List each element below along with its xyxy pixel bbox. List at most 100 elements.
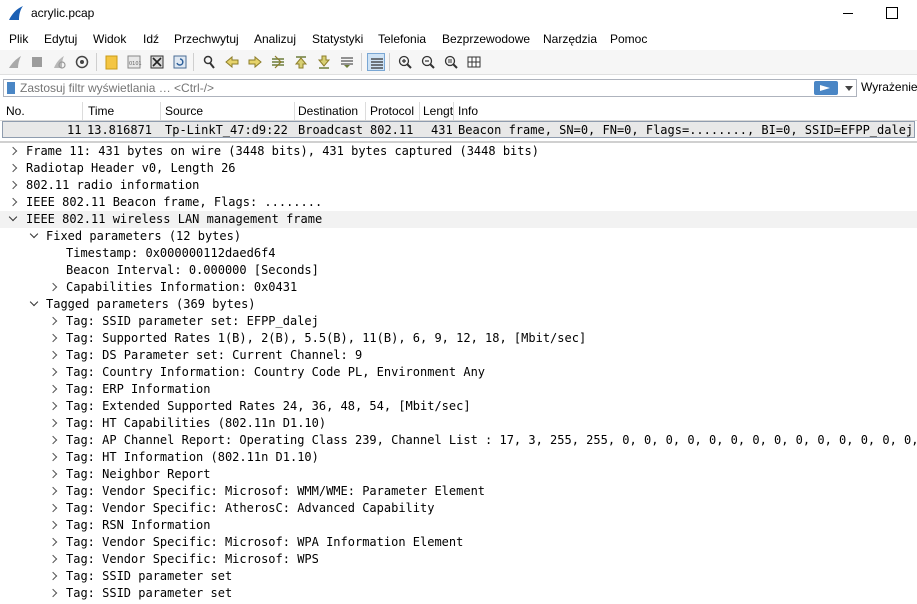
expand-arrow-icon[interactable] xyxy=(47,517,59,534)
save-file-icon[interactable]: 0101 xyxy=(125,53,143,71)
tree-item[interactable]: Beacon Interval: 0.000000 [Seconds] xyxy=(0,262,917,279)
column-header-source[interactable]: Source xyxy=(165,104,203,118)
find-packet-icon[interactable] xyxy=(200,53,218,71)
expand-arrow-icon[interactable] xyxy=(47,432,59,449)
zoom-in-icon[interactable] xyxy=(396,53,414,71)
expand-arrow-icon[interactable] xyxy=(47,500,59,517)
go-to-packet-icon[interactable] xyxy=(269,53,287,71)
column-divider[interactable] xyxy=(365,102,366,120)
tree-item[interactable]: Tag: Neighbor Report xyxy=(0,466,917,483)
expand-arrow-icon[interactable] xyxy=(47,398,59,415)
menu-edit[interactable]: Edytuj xyxy=(44,32,77,46)
expand-arrow-icon[interactable] xyxy=(47,534,59,551)
collapse-arrow-icon[interactable] xyxy=(7,211,19,228)
expand-arrow-icon[interactable] xyxy=(7,143,19,160)
tree-item[interactable]: IEEE 802.11 wireless LAN management fram… xyxy=(0,211,917,228)
column-divider[interactable] xyxy=(82,102,83,120)
column-header-destination[interactable]: Destination xyxy=(298,104,358,118)
tree-item[interactable]: Tag: SSID parameter set: EFPP_dalej xyxy=(0,313,917,330)
go-forward-arrow-icon[interactable] xyxy=(246,53,264,71)
tree-item[interactable]: Tag: Vendor Specific: Microsof: WPA Info… xyxy=(0,534,917,551)
filter-bookmark-icon[interactable] xyxy=(7,82,15,94)
restart-capture-icon[interactable] xyxy=(50,53,68,71)
tree-item[interactable]: Tag: Country Information: Country Code P… xyxy=(0,364,917,381)
menu-help[interactable]: Pomoc xyxy=(610,32,647,46)
menu-analyze[interactable]: Analizuj xyxy=(254,32,296,46)
tree-item[interactable]: Capabilities Information: 0x0431 xyxy=(0,279,917,296)
expand-arrow-icon[interactable] xyxy=(47,466,59,483)
reload-file-icon[interactable] xyxy=(171,53,189,71)
go-back-arrow-icon[interactable] xyxy=(223,53,241,71)
menu-tools[interactable]: Narzędzia xyxy=(543,32,597,46)
expand-arrow-icon[interactable] xyxy=(47,449,59,466)
apply-filter-arrow-icon[interactable] xyxy=(814,81,838,95)
tree-item[interactable]: Tag: ERP Information xyxy=(0,381,917,398)
tree-item[interactable]: Radiotap Header v0, Length 26 xyxy=(0,160,917,177)
tree-item[interactable]: Tag: Vendor Specific: Microsof: WPS xyxy=(0,551,917,568)
tree-item[interactable]: Fixed parameters (12 bytes) xyxy=(0,228,917,245)
tree-item[interactable]: Tagged parameters (369 bytes) xyxy=(0,296,917,313)
expand-arrow-icon[interactable] xyxy=(47,279,59,296)
expand-arrow-icon[interactable] xyxy=(7,177,19,194)
tree-item[interactable]: Tag: AP Channel Report: Operating Class … xyxy=(0,432,917,449)
column-header-length[interactable]: Lengt xyxy=(423,104,453,118)
menu-view[interactable]: Widok xyxy=(93,32,126,46)
expand-arrow-icon[interactable] xyxy=(47,568,59,585)
minimize-button[interactable] xyxy=(838,4,858,22)
column-header-info[interactable]: Info xyxy=(458,104,478,118)
maximize-button[interactable] xyxy=(882,4,902,22)
capture-options-gear-icon[interactable] xyxy=(73,53,91,71)
tree-item[interactable]: Tag: HT Information (802.11n D1.10) xyxy=(0,449,917,466)
expand-arrow-icon[interactable] xyxy=(47,313,59,330)
expression-button[interactable]: Wyrażenie. xyxy=(861,80,917,94)
menu-wireless[interactable]: Bezprzewodowe xyxy=(442,32,530,46)
menu-file[interactable]: Plik xyxy=(9,32,28,46)
filter-history-dropdown-icon[interactable] xyxy=(842,81,856,95)
expand-arrow-icon[interactable] xyxy=(47,551,59,568)
tree-item[interactable]: IEEE 802.11 Beacon frame, Flags: .......… xyxy=(0,194,917,211)
colorize-packet-list-icon[interactable] xyxy=(367,53,385,71)
tree-item[interactable]: Tag: Vendor Specific: AtherosC: Advanced… xyxy=(0,500,917,517)
resize-columns-icon[interactable] xyxy=(465,53,483,71)
display-filter-input[interactable] xyxy=(20,80,810,96)
expand-arrow-icon[interactable] xyxy=(47,483,59,500)
tree-item[interactable]: Tag: DS Parameter set: Current Channel: … xyxy=(0,347,917,364)
expand-arrow-icon[interactable] xyxy=(47,415,59,432)
expand-arrow-icon[interactable] xyxy=(47,381,59,398)
collapse-arrow-icon[interactable] xyxy=(28,296,40,313)
column-header-time[interactable]: Time xyxy=(88,104,114,118)
first-packet-icon[interactable] xyxy=(292,53,310,71)
column-divider[interactable] xyxy=(453,102,454,120)
last-packet-icon[interactable] xyxy=(315,53,333,71)
stop-capture-icon[interactable] xyxy=(28,53,46,71)
tree-item[interactable]: Tag: RSN Information xyxy=(0,517,917,534)
column-header-no[interactable]: No. xyxy=(6,104,25,118)
tree-item[interactable]: Tag: SSID parameter set xyxy=(0,585,917,602)
start-capture-fin-icon[interactable] xyxy=(6,53,24,71)
collapse-arrow-icon[interactable] xyxy=(28,228,40,245)
tree-item[interactable]: Tag: Supported Rates 1(B), 2(B), 5.5(B),… xyxy=(0,330,917,347)
close-file-icon[interactable] xyxy=(148,53,166,71)
autoscroll-icon[interactable] xyxy=(338,53,356,71)
expand-arrow-icon[interactable] xyxy=(47,364,59,381)
normal-size-icon[interactable] xyxy=(442,53,460,71)
tree-item[interactable]: 802.11 radio information xyxy=(0,177,917,194)
expand-arrow-icon[interactable] xyxy=(7,160,19,177)
column-divider[interactable] xyxy=(294,102,295,120)
zoom-out-icon[interactable] xyxy=(419,53,437,71)
open-file-icon[interactable] xyxy=(103,53,121,71)
tree-item[interactable]: Tag: Vendor Specific: Microsof: WMM/WME:… xyxy=(0,483,917,500)
tree-item[interactable]: Tag: SSID parameter set xyxy=(0,568,917,585)
menu-telephony[interactable]: Telefonia xyxy=(378,32,426,46)
expand-arrow-icon[interactable] xyxy=(47,347,59,364)
column-header-protocol[interactable]: Protocol xyxy=(370,104,414,118)
menu-capture[interactable]: Przechwytuj xyxy=(174,32,239,46)
menu-go[interactable]: Idź xyxy=(143,32,159,46)
tree-item[interactable]: Tag: HT Capabilities (802.11n D1.10) xyxy=(0,415,917,432)
expand-arrow-icon[interactable] xyxy=(47,330,59,347)
packet-row[interactable]: 11 13.816871 Tp-LinkT_47:d9:22 Broadcast… xyxy=(2,121,915,138)
tree-item[interactable]: Timestamp: 0x000000112daed6f4 xyxy=(0,245,917,262)
menu-statistics[interactable]: Statystyki xyxy=(312,32,363,46)
expand-arrow-icon[interactable] xyxy=(7,194,19,211)
column-divider[interactable] xyxy=(419,102,420,120)
